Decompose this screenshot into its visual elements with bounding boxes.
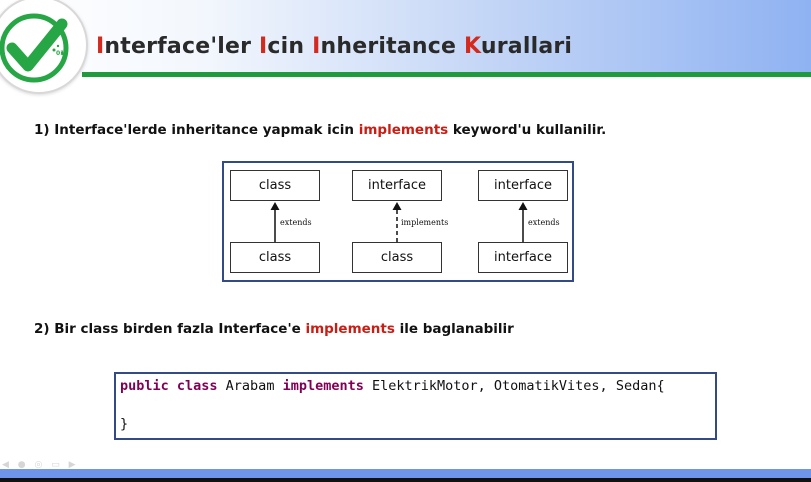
checkmark-logo-icon: 01 — [0, 0, 88, 94]
page-title: Interface'ler Icin Inheritance Kurallari — [96, 34, 573, 59]
logo-text: 01 — [56, 50, 65, 57]
code-snippet: public class Arabam implements ElektrikM… — [114, 372, 717, 440]
point-1-text: 1) Interface'lerde inheritance yapmak ic… — [34, 122, 607, 138]
arrow-label-2: implements — [401, 218, 449, 227]
diagram-arrows — [270, 202, 528, 242]
code-line-1: public class Arabam implements ElektrikM… — [120, 378, 665, 394]
point-2-text: 2) Bir class birden fazla Interface'e im… — [34, 321, 514, 337]
arrow-label-3: extends — [528, 218, 560, 227]
bottom-edge — [0, 478, 811, 482]
arrow-label-1: extends — [280, 218, 312, 227]
arrow-extends-1 — [270, 202, 280, 242]
player-controls-icon[interactable]: ◀ ● ◎ ▭ ▶ — [2, 460, 79, 470]
header-divider — [82, 72, 811, 77]
inheritance-diagram: class class interface class interface in… — [222, 161, 574, 282]
arrow-extends-3 — [518, 202, 528, 242]
code-line-2: } — [120, 416, 129, 432]
